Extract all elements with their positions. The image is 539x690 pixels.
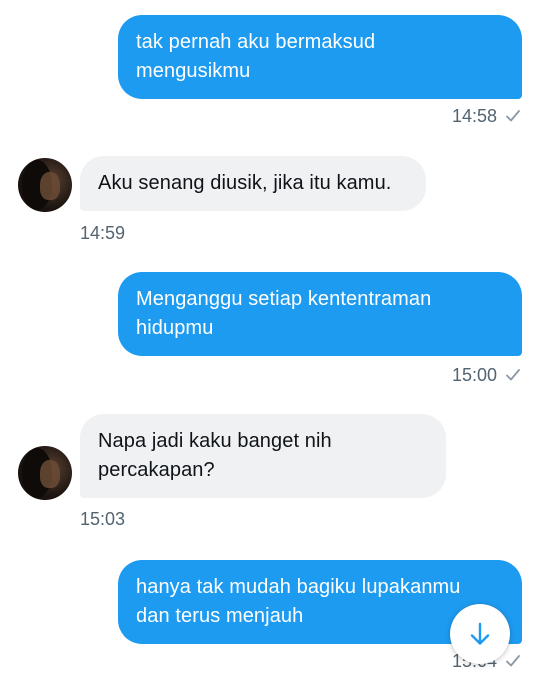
- message-bubble-incoming[interactable]: Aku senang diusik, jika itu kamu.: [80, 156, 426, 211]
- avatar[interactable]: [18, 446, 72, 500]
- message-bubble-incoming[interactable]: Napa jadi kaku banget nih percakapan?: [80, 414, 446, 498]
- scroll-to-bottom-button[interactable]: [450, 604, 510, 664]
- message-timestamp: 15:03: [80, 509, 126, 529]
- conversation-view[interactable]: tak pernah aku bermaksud mengusikmu 14:5…: [0, 0, 539, 690]
- message-line: Napa jadi kaku banget nih: [98, 430, 332, 452]
- arrow-down-icon: [470, 622, 490, 645]
- check-icon: [506, 655, 520, 667]
- message-timestamp: 14:58: [451, 106, 497, 126]
- message-bubble-outgoing[interactable]: tak pernah aku bermaksud mengusikmu: [118, 15, 522, 99]
- message-meta: 14:58: [452, 105, 521, 127]
- check-icon: [506, 110, 520, 122]
- message-meta: 15:00: [452, 364, 521, 386]
- message-meta: 15:03: [80, 508, 125, 530]
- message-line: hanya tak mudah bagiku lupakanmu: [136, 576, 461, 598]
- message-line: dan terus menjauh: [136, 605, 304, 627]
- message-line: percakapan?: [98, 459, 215, 481]
- avatar[interactable]: [18, 158, 72, 212]
- message-line: mengusikmu: [136, 60, 251, 82]
- message-line: Menganggu setiap kententraman: [136, 288, 432, 310]
- message-line: tak pernah aku bermaksud: [136, 31, 376, 53]
- message-timestamp: 15:00: [451, 365, 497, 385]
- message-meta: 14:59: [80, 222, 125, 244]
- message-bubble-outgoing[interactable]: Menganggu setiap kententraman hidupmu: [118, 272, 522, 356]
- message-timestamp: 14:59: [80, 223, 126, 243]
- check-icon: [506, 369, 520, 381]
- message-line: hidupmu: [136, 317, 214, 339]
- message-line: Aku senang diusik, jika itu kamu.: [98, 172, 392, 194]
